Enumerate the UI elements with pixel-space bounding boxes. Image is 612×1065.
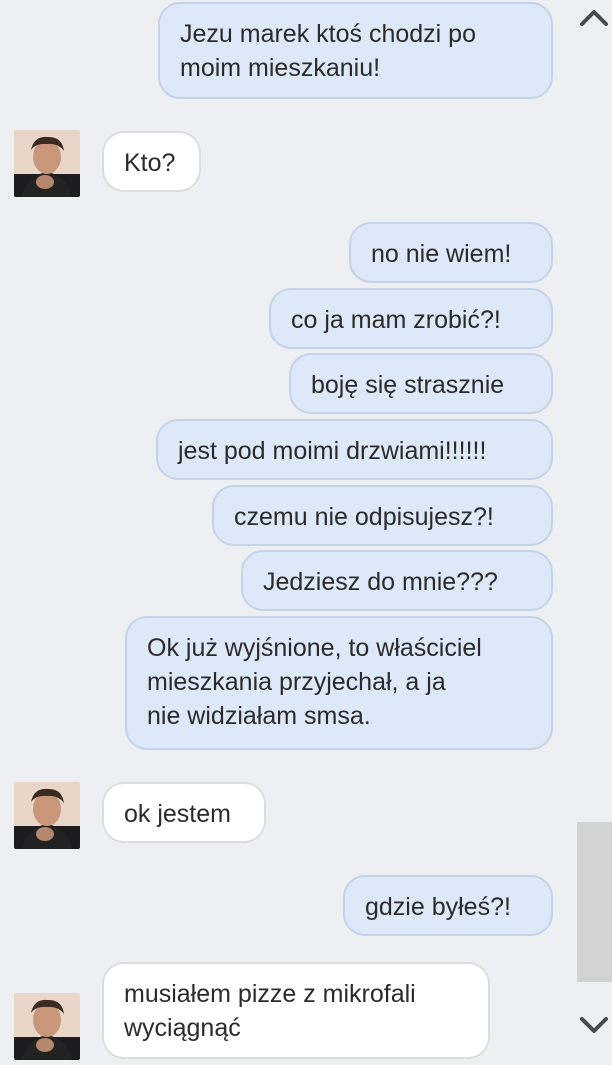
contact-avatar[interactable]: [14, 782, 80, 849]
message-incoming: Kto?: [102, 131, 201, 192]
message-outgoing: boję się strasznie: [289, 353, 553, 414]
contact-avatar[interactable]: [14, 130, 80, 197]
message-incoming: ok jestem: [102, 782, 266, 843]
message-incoming: musiałem pizze z mikrofali wyciągnąć: [102, 962, 490, 1059]
chevron-up-icon[interactable]: [578, 2, 610, 32]
scrollbar-thumb[interactable]: [577, 822, 612, 982]
message-outgoing: Jezu marek ktoś chodzi po moim mieszkani…: [158, 2, 553, 99]
message-outgoing: Jedziesz do mnie???: [241, 550, 553, 611]
message-outgoing: Ok już wyjśnione, to właściciel mieszkan…: [125, 616, 553, 750]
chevron-down-icon[interactable]: [578, 1010, 610, 1040]
scrollbar[interactable]: [575, 0, 612, 1065]
message-outgoing: czemu nie odpisujesz?!: [212, 485, 553, 546]
message-outgoing: no nie wiem!: [349, 222, 553, 283]
message-outgoing: co ja mam zrobić?!: [269, 288, 553, 349]
message-outgoing: jest pod moimi drzwiami!!!!!!: [156, 419, 553, 480]
contact-avatar[interactable]: [14, 993, 80, 1060]
chat-thread: Jezu marek ktoś chodzi po moim mieszkani…: [0, 0, 575, 1065]
message-outgoing: gdzie byłeś?!: [343, 875, 553, 936]
